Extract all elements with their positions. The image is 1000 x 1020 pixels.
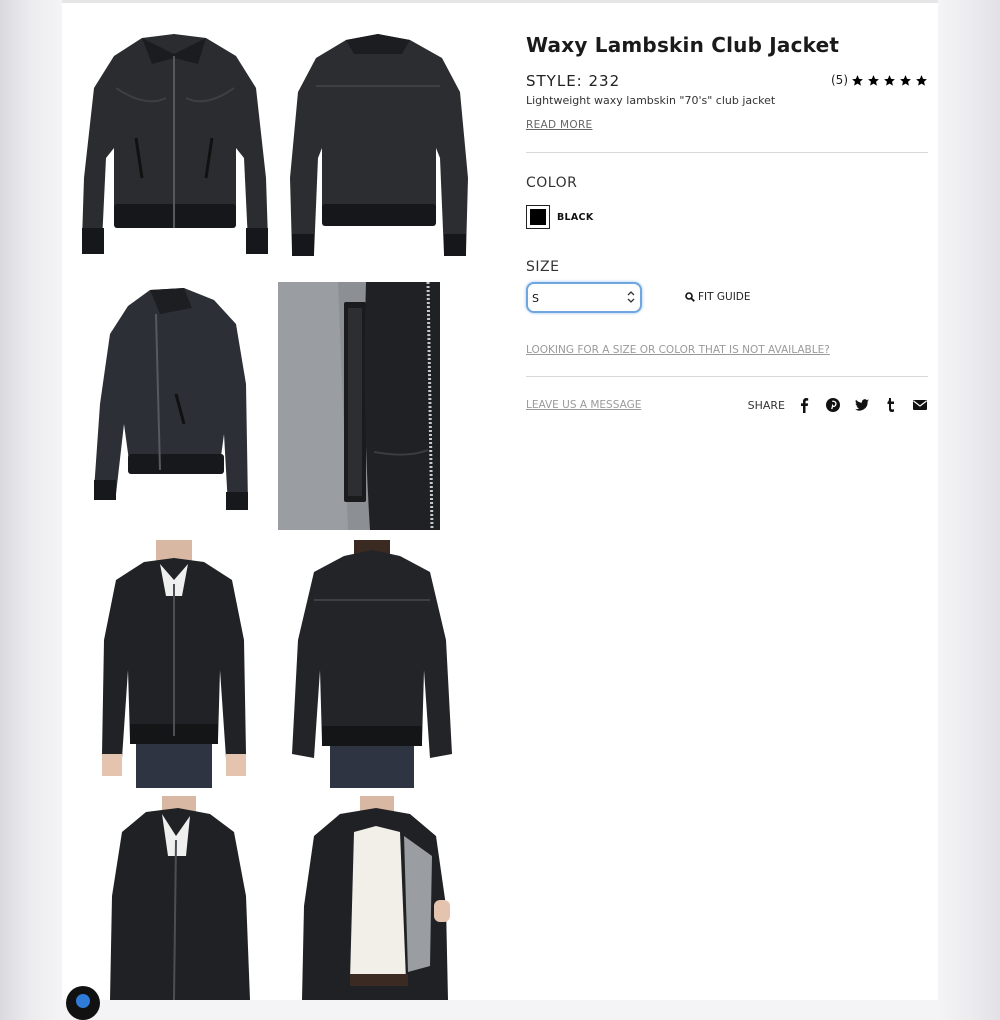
product-gallery (62, 0, 532, 1000)
search-icon (685, 292, 695, 302)
gallery-image-model-angle[interactable] (102, 796, 258, 1000)
divider (526, 152, 928, 153)
size-label: SIZE (526, 259, 560, 275)
gallery-image-model-front[interactable] (96, 540, 252, 788)
share-bar: SHARE (748, 397, 928, 413)
rating[interactable]: (5) (831, 73, 928, 87)
product-subtitle: Lightweight waxy lambskin "70's" club ja… (526, 94, 776, 107)
chat-widget-button[interactable] (66, 986, 100, 1020)
color-swatch-black[interactable] (526, 205, 550, 229)
leave-message-link[interactable]: LEAVE US A MESSAGE (526, 399, 641, 411)
chat-widget-icon (76, 994, 90, 1008)
star-icon (884, 74, 895, 86)
swatch-fill (530, 209, 546, 225)
fit-guide-link[interactable]: FIT GUIDE (685, 291, 751, 303)
gallery-image-jacket-back[interactable] (280, 28, 476, 264)
gallery-image-model-open[interactable] (288, 796, 464, 1000)
rating-count: (5) (831, 73, 848, 87)
star-icon (900, 74, 911, 86)
star-icon (868, 74, 879, 86)
read-more-link[interactable]: READ MORE (526, 119, 593, 131)
select-arrows-icon (627, 291, 635, 303)
product-page: Waxy Lambskin Club Jacket STYLE: 232 (5)… (62, 0, 938, 1000)
product-style: STYLE: 232 (526, 72, 621, 90)
share-label: SHARE (747, 398, 785, 412)
not-available-link[interactable]: LOOKING FOR A SIZE OR COLOR THAT IS NOT … (526, 344, 830, 356)
color-name: BLACK (557, 212, 594, 223)
fit-guide-label: FIT GUIDE (698, 291, 751, 303)
facebook-icon[interactable] (796, 397, 812, 413)
size-select-value: S (532, 292, 539, 305)
star-icon (916, 74, 927, 86)
star-icon (852, 74, 863, 86)
gallery-image-jacket-front[interactable] (76, 28, 272, 264)
product-title: Waxy Lambskin Club Jacket (526, 33, 840, 57)
tumblr-icon[interactable] (883, 397, 899, 413)
gallery-image-lining-detail[interactable] (278, 282, 440, 530)
gallery-image-model-back[interactable] (284, 540, 460, 788)
gallery-image-jacket-three-quarter[interactable] (80, 284, 266, 522)
twitter-icon[interactable] (854, 397, 870, 413)
size-select[interactable]: S (526, 282, 642, 313)
email-icon[interactable] (912, 397, 928, 413)
color-label: COLOR (526, 175, 578, 191)
pinterest-icon[interactable] (825, 397, 841, 413)
divider (526, 376, 928, 377)
